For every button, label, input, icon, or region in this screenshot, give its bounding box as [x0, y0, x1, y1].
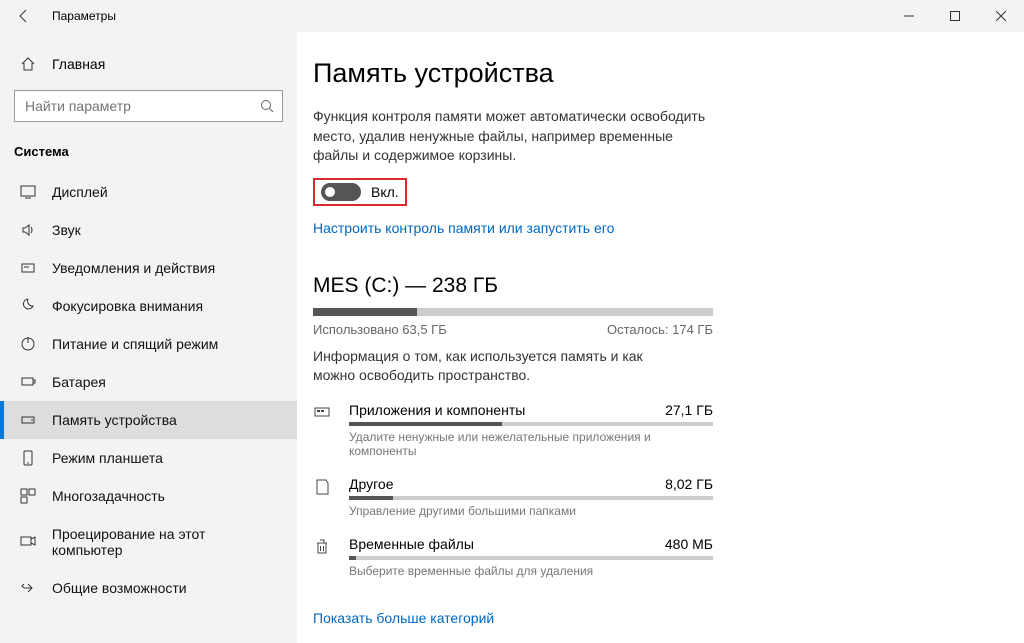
category-icon — [313, 478, 335, 496]
storage-category[interactable]: Приложения и компоненты 27,1 ГБ Удалите не… — [313, 402, 713, 458]
category-bar — [349, 496, 713, 500]
category-hint: Удалите ненужные или нежелательные прило… — [349, 430, 713, 458]
category-icon — [313, 538, 335, 556]
sidebar-item-label: Память устройства — [52, 412, 177, 428]
category-size: 27,1 ГБ — [665, 402, 713, 418]
sidebar-item-icon — [18, 450, 38, 466]
page-title: Память устройства — [313, 58, 1024, 89]
sidebar-item-9[interactable]: Проецирование на этот компьютер — [0, 515, 297, 569]
category-name: Приложения и компоненты — [349, 402, 525, 418]
sidebar-item-icon — [18, 534, 38, 550]
sidebar: Главная Система Дисплей Звук Уведомления и… — [0, 32, 297, 643]
sidebar-item-0[interactable]: Дисплей — [0, 173, 297, 211]
sidebar-item-icon — [18, 488, 38, 504]
minimize-button[interactable] — [886, 0, 932, 32]
sidebar-item-icon — [18, 412, 38, 428]
disk-remaining-label: Осталось: 174 ГБ — [607, 322, 713, 337]
storage-category[interactable]: Временные файлы 480 МБ Выберите временные … — [313, 536, 713, 578]
category-size: 8,02 ГБ — [665, 476, 713, 492]
category-name: Другое — [349, 476, 393, 492]
back-button[interactable] — [0, 0, 48, 32]
title-bar: Параметры — [0, 0, 1024, 32]
search-box[interactable] — [14, 90, 283, 122]
sidebar-item-10[interactable]: Общие возможности — [0, 569, 297, 607]
disk-info-text: Информация о том, как используется памят… — [313, 347, 683, 386]
sidebar-item-label: Уведомления и действия — [52, 260, 215, 276]
window-title: Параметры — [52, 9, 116, 23]
sidebar-section-title: Система — [0, 136, 297, 173]
sidebar-item-icon — [18, 184, 38, 200]
search-input[interactable] — [15, 91, 252, 121]
category-size: 480 МБ — [665, 536, 713, 552]
sidebar-item-1[interactable]: Звук — [0, 211, 297, 249]
sidebar-item-4[interactable]: Питание и спящий режим — [0, 325, 297, 363]
sidebar-item-icon — [18, 222, 38, 238]
sidebar-item-label: Многозадачность — [52, 488, 165, 504]
category-hint: Выберите временные файлы для удаления — [349, 564, 713, 578]
disk-heading: MES (C:) — 238 ГБ — [313, 274, 713, 298]
home-icon — [18, 56, 38, 72]
sidebar-item-8[interactable]: Многозадачность — [0, 477, 297, 515]
category-name: Временные файлы — [349, 536, 474, 552]
toggle-state-label: Вкл. — [371, 184, 399, 200]
sidebar-item-icon — [18, 580, 38, 596]
category-hint: Управление другими большими папками — [349, 504, 713, 518]
sidebar-item-label: Фокусировка внимания — [52, 298, 203, 314]
category-icon — [313, 404, 335, 422]
storage-category[interactable]: Другое 8,02 ГБ Управление другими большими… — [313, 476, 713, 518]
sidebar-item-6[interactable]: Память устройства — [0, 401, 297, 439]
sidebar-item-7[interactable]: Режим планшета — [0, 439, 297, 477]
configure-link[interactable]: Настроить контроль памяти или запустить … — [313, 220, 614, 236]
sidebar-item-label: Режим планшета — [52, 450, 163, 466]
disk-used-label: Использовано 63,5 ГБ — [313, 322, 447, 337]
sidebar-item-label: Батарея — [52, 374, 106, 390]
maximize-button[interactable] — [932, 0, 978, 32]
toggle-highlight: Вкл. — [313, 178, 407, 206]
category-bar — [349, 556, 713, 560]
sidebar-item-label: Питание и спящий режим — [52, 336, 218, 352]
sidebar-item-3[interactable]: Фокусировка внимания — [0, 287, 297, 325]
category-bar — [349, 422, 713, 426]
disk-labels: Использовано 63,5 ГБ Осталось: 174 ГБ — [313, 322, 713, 337]
sidebar-item-icon — [18, 374, 38, 390]
sidebar-home[interactable]: Главная — [0, 48, 297, 80]
disk-usage-bar — [313, 308, 713, 316]
sidebar-item-icon — [18, 336, 38, 352]
show-more-link[interactable]: Показать больше категорий — [313, 610, 494, 626]
search-icon — [252, 99, 282, 113]
sidebar-item-label: Звук — [52, 222, 81, 238]
sidebar-item-icon — [18, 260, 38, 276]
sidebar-home-label: Главная — [52, 56, 105, 72]
sidebar-item-icon — [18, 298, 38, 314]
sidebar-item-label: Дисплей — [52, 184, 108, 200]
intro-text: Функция контроля памяти может автоматиче… — [313, 107, 713, 166]
sidebar-item-2[interactable]: Уведомления и действия — [0, 249, 297, 287]
main-content: Память устройства Функция контроля памят… — [297, 32, 1024, 643]
sidebar-item-label: Проецирование на этот компьютер — [52, 526, 279, 558]
storage-sense-toggle[interactable] — [321, 183, 361, 201]
sidebar-item-label: Общие возможности — [52, 580, 187, 596]
close-button[interactable] — [978, 0, 1024, 32]
sidebar-item-5[interactable]: Батарея — [0, 363, 297, 401]
